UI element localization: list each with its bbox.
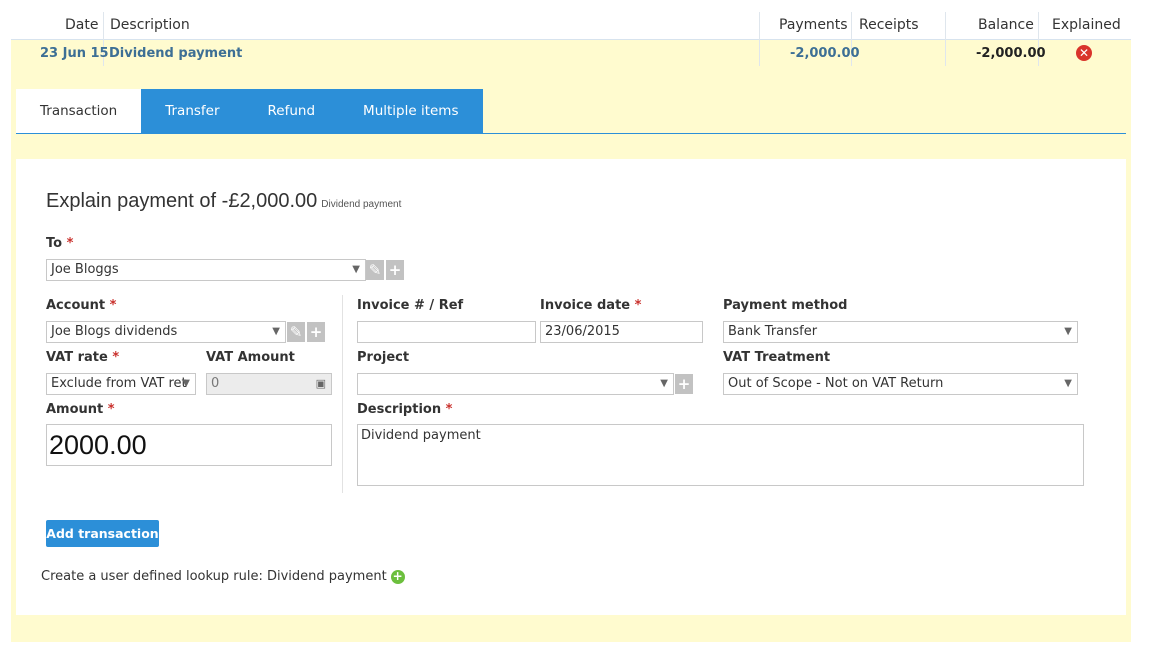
col-description: Description xyxy=(110,17,190,33)
form-title: Explain payment of -£2,000.00 Dividend pa… xyxy=(46,190,401,213)
payment-method-select[interactable]: Bank Transfer ▼ xyxy=(723,321,1078,343)
to-label: To * xyxy=(46,236,73,251)
edit-contact-button[interactable]: ✎ xyxy=(366,260,384,280)
tab-refund[interactable]: Refund xyxy=(243,89,340,134)
vat-amount-field: 0 ▣ xyxy=(206,373,332,395)
vat-amount-label: VAT Amount xyxy=(206,350,295,365)
account-label-text: Account xyxy=(46,298,106,313)
lookup-rule: Create a user defined lookup rule: Divid… xyxy=(41,569,405,584)
description-textarea[interactable]: Dividend payment xyxy=(357,424,1084,486)
add-project-button[interactable]: + xyxy=(675,374,693,394)
payment-method-value: Bank Transfer xyxy=(728,324,818,339)
vat-treatment-select[interactable]: Out of Scope - Not on VAT Return ▼ xyxy=(723,373,1078,395)
to-label-text: To xyxy=(46,236,63,251)
row-balance: -2,000.00 xyxy=(976,46,1046,61)
vat-amount-value: 0 xyxy=(211,376,220,391)
required-mark: * xyxy=(66,236,74,251)
amount-label-text: Amount xyxy=(46,402,104,417)
col-explained: Explained xyxy=(1052,17,1121,33)
chevron-down-icon: ▼ xyxy=(1064,378,1072,389)
tab-underline xyxy=(16,133,1126,134)
vat-rate-label-text: VAT rate xyxy=(46,350,108,365)
row-date: 23 Jun 15 xyxy=(40,46,109,61)
chevron-down-icon: ▼ xyxy=(1064,326,1072,337)
form-title-text: Explain payment of -£2,000.00 xyxy=(46,190,318,212)
lookup-rule-value: Dividend payment xyxy=(266,569,387,584)
divider xyxy=(759,12,760,66)
chevron-down-icon: ▼ xyxy=(660,378,668,389)
pencil-icon: ✎ xyxy=(289,323,303,341)
table-header: Date Description Payments Receipts Balan… xyxy=(11,0,1131,40)
edit-account-button[interactable]: ✎ xyxy=(287,322,305,342)
description-label-text: Description xyxy=(357,402,442,417)
project-select[interactable]: ▼ xyxy=(357,373,674,395)
form-title-note: Dividend payment xyxy=(321,199,402,210)
required-mark: * xyxy=(445,402,453,417)
account-select[interactable]: Joe Blogs dividends ▼ xyxy=(46,321,286,343)
invoice-ref-input[interactable] xyxy=(357,321,536,343)
invoice-date-label-text: Invoice date xyxy=(540,298,631,313)
lookup-rule-text: Create a user defined lookup rule: xyxy=(41,569,263,584)
chevron-down-icon: ▼ xyxy=(272,326,280,337)
amount-label: Amount * xyxy=(46,402,115,417)
account-value: Joe Blogs dividends xyxy=(51,324,178,339)
required-mark: * xyxy=(634,298,642,313)
required-mark: * xyxy=(107,402,115,417)
divider xyxy=(945,12,946,66)
row-payments: -2,000.00 xyxy=(790,46,860,61)
pencil-icon: ✎ xyxy=(368,261,382,279)
payment-method-label: Payment method xyxy=(723,298,848,313)
column-separator xyxy=(342,295,343,493)
plus-icon: + xyxy=(677,375,691,393)
col-payments: Payments xyxy=(779,17,848,33)
vat-treatment-value: Out of Scope - Not on VAT Return xyxy=(728,376,944,391)
plus-icon: + xyxy=(388,261,402,279)
required-mark: * xyxy=(112,350,120,365)
vat-treatment-label: VAT Treatment xyxy=(723,350,831,365)
vat-rate-select[interactable]: Exclude from VAT ret ▼ xyxy=(46,373,196,395)
error-circle-icon: ✕ xyxy=(1076,45,1092,61)
chevron-down-icon: ▼ xyxy=(352,264,360,275)
explain-tabs: Transaction Transfer Refund Multiple ite… xyxy=(16,89,483,134)
add-contact-button[interactable]: + xyxy=(386,260,404,280)
tab-multiple-items[interactable]: Multiple items xyxy=(339,89,483,134)
row-description: Dividend payment xyxy=(109,46,243,61)
amount-input[interactable]: 2000.00 xyxy=(46,424,332,466)
required-mark: * xyxy=(109,298,117,313)
plus-icon: + xyxy=(309,323,323,341)
description-label: Description * xyxy=(357,402,452,417)
col-receipts: Receipts xyxy=(859,17,919,33)
chevron-down-icon: ▼ xyxy=(182,378,190,389)
account-label: Account * xyxy=(46,298,116,313)
invoice-date-input[interactable]: 23/06/2015 xyxy=(540,321,703,343)
col-balance: Balance xyxy=(978,17,1034,33)
add-rule-icon[interactable]: + xyxy=(390,569,405,584)
invoice-date-label: Invoice date * xyxy=(540,298,641,313)
invoice-ref-label: Invoice # / Ref xyxy=(357,298,464,313)
calculator-icon: ▣ xyxy=(315,377,326,390)
vat-rate-label: VAT rate * xyxy=(46,350,119,365)
project-label: Project xyxy=(357,350,410,365)
vat-rate-value: Exclude from VAT ret xyxy=(51,376,187,391)
to-value: Joe Bloggs xyxy=(51,262,119,277)
to-select[interactable]: Joe Bloggs ▼ xyxy=(46,259,366,281)
add-account-button[interactable]: + xyxy=(307,322,325,342)
tab-transfer[interactable]: Transfer xyxy=(141,89,244,134)
add-transaction-button[interactable]: Add transaction xyxy=(46,520,159,547)
col-date: Date xyxy=(65,17,99,33)
tab-transaction[interactable]: Transaction xyxy=(16,89,142,134)
